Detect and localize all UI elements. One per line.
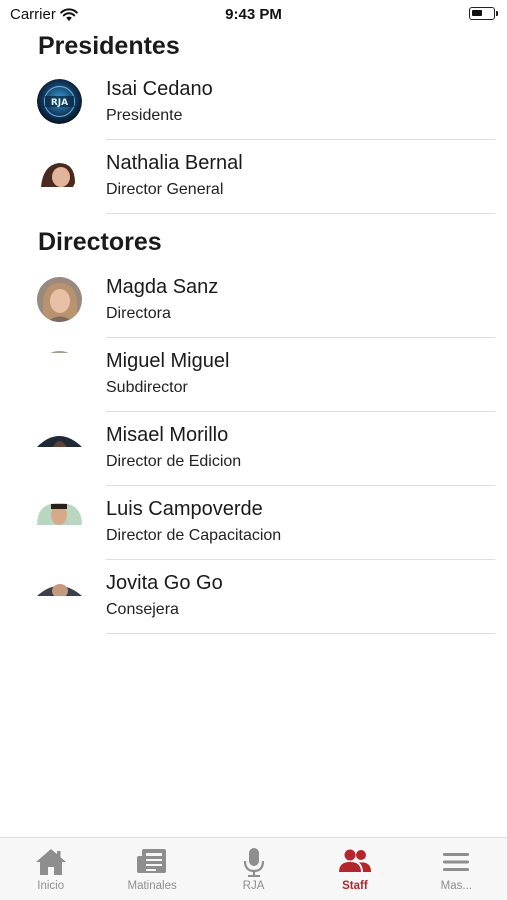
tab-label: Inicio bbox=[37, 880, 65, 892]
tab-staff[interactable]: Staff bbox=[304, 838, 405, 900]
tab-bar: Inicio Matinales RJA Staff Mas... bbox=[0, 837, 507, 900]
staff-row[interactable]: Luis Campoverde Director de Capacitacion bbox=[0, 486, 507, 560]
tab-label: Mas... bbox=[440, 880, 472, 892]
tab-label: RJA bbox=[242, 880, 265, 892]
avatar-photo bbox=[37, 425, 82, 470]
avatar-photo bbox=[37, 277, 82, 322]
tab-mas[interactable]: Mas... bbox=[406, 838, 507, 900]
menu-icon bbox=[443, 853, 470, 871]
staff-row[interactable]: RJA Isai Cedano Presidente bbox=[0, 66, 507, 140]
staff-role: Director de Edicion bbox=[106, 453, 242, 470]
tab-rja[interactable]: RJA bbox=[203, 838, 304, 900]
staff-row[interactable]: Jovita Go Go Consejera bbox=[0, 560, 507, 634]
staff-name: Miguel Miguel bbox=[106, 350, 230, 372]
avatar-photo bbox=[37, 573, 82, 618]
staff-row[interactable]: Nathalia Bernal Director General bbox=[0, 140, 507, 214]
tab-label: Staff bbox=[342, 880, 368, 892]
row-divider bbox=[106, 633, 495, 634]
staff-name: Jovita Go Go bbox=[106, 572, 223, 594]
avatar-rja-logo: RJA bbox=[37, 79, 82, 124]
staff-row[interactable]: Magda Sanz Directora bbox=[0, 264, 507, 338]
staff-role: Director General bbox=[106, 181, 224, 198]
staff-name: Luis Campoverde bbox=[106, 498, 263, 520]
row-divider bbox=[106, 213, 495, 214]
staff-name: Isai Cedano bbox=[106, 78, 213, 100]
staff-name: Magda Sanz bbox=[106, 276, 219, 298]
avatar-photo bbox=[37, 351, 82, 396]
microphone-icon bbox=[243, 848, 264, 877]
tab-inicio[interactable]: Inicio bbox=[0, 838, 101, 900]
staff-name: Misael Morillo bbox=[106, 424, 229, 446]
section-title-presidentes: Presidentes bbox=[38, 32, 180, 60]
avatar-photo bbox=[37, 153, 82, 198]
users-icon bbox=[338, 849, 371, 872]
tab-label: Matinales bbox=[127, 880, 177, 892]
newspaper-icon bbox=[137, 849, 167, 873]
svg-text:RJA: RJA bbox=[51, 98, 68, 108]
clock: 9:43 PM bbox=[225, 6, 282, 23]
staff-role: Directora bbox=[106, 305, 171, 322]
staff-role: Subdirector bbox=[106, 379, 188, 396]
staff-list: Presidentes RJA Isai Cedano Presidente N… bbox=[0, 28, 507, 634]
battery-fill bbox=[472, 10, 482, 16]
staff-role: Presidente bbox=[106, 107, 183, 124]
section-title-directores: Directores bbox=[38, 228, 162, 256]
tab-matinales[interactable]: Matinales bbox=[101, 838, 202, 900]
avatar-photo bbox=[37, 499, 82, 544]
staff-row[interactable]: Misael Morillo Director de Edicion bbox=[0, 412, 507, 486]
staff-role: Director de Capacitacion bbox=[106, 527, 282, 544]
staff-role: Consejera bbox=[106, 601, 179, 618]
staff-name: Nathalia Bernal bbox=[106, 152, 243, 174]
home-icon bbox=[35, 849, 66, 875]
battery-icon bbox=[469, 7, 498, 20]
status-bar: Carrier 9:43 PM bbox=[0, 0, 507, 28]
staff-row[interactable]: Miguel Miguel Subdirector bbox=[0, 338, 507, 412]
